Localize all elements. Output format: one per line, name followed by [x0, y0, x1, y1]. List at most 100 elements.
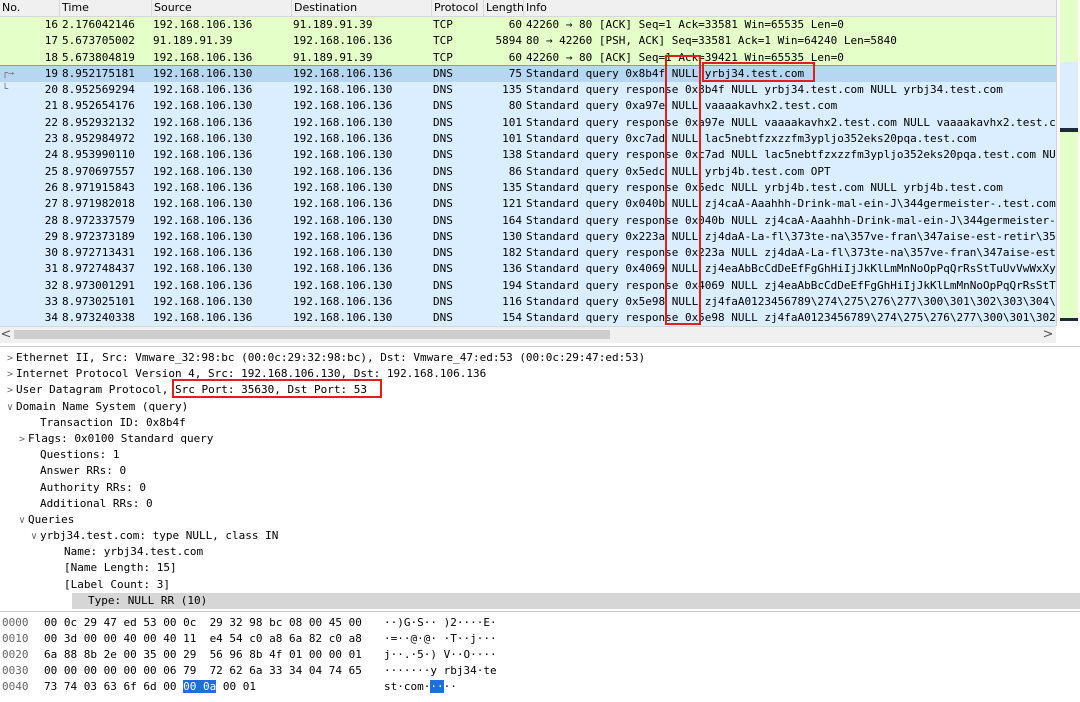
hex-bytes[interactable]: 6a 88 8b 2e 00 35 00 29 56 96 8b 4f 01 0… — [44, 647, 362, 663]
packet-row[interactable]: 22 8.952932132 192.168.106.136 192.168.106.… — [0, 114, 1056, 132]
ascii-bytes[interactable]: ··)G·S·· )2····E· — [384, 615, 497, 631]
packet-number: 30 — [44, 246, 58, 260]
column-header-source[interactable]: Source — [152, 0, 292, 16]
hex-bytes[interactable]: 00 0c 29 47 ed 53 00 0c 29 32 98 bc 08 0… — [44, 615, 362, 631]
packet-destination: 192.168.106.130 — [293, 246, 393, 260]
expand-arrow-icon[interactable]: > — [16, 432, 28, 448]
packet-list-horizontal-scrollbar[interactable]: < > — [0, 326, 1056, 343]
ascii-bytes[interactable]: ·······y rbj34·te — [384, 663, 497, 679]
byte-offset: 0040 — [2, 680, 29, 693]
packet-bytes-pane[interactable]: 0000 00 0c 29 47 ed 53 00 0c 29 32 98 bc … — [0, 611, 1080, 702]
packet-length: 60 — [508, 18, 522, 31]
packet-row[interactable]: 30 8.972713431 192.168.106.136 192.168.106.… — [0, 245, 1056, 262]
detail-tree-item[interactable]: > Ethernet II, Src: Vmware_32:98:bc (00:0… — [0, 350, 1080, 366]
expand-arrow-icon[interactable]: > — [4, 367, 16, 383]
packet-source: 192.168.106.136 — [153, 180, 253, 194]
packet-row[interactable]: 25 8.970697557 192.168.106.130 192.168.106.… — [0, 163, 1056, 180]
packet-source: 192.168.106.136 — [153, 148, 253, 162]
column-header-destination[interactable]: Destination — [292, 0, 432, 16]
detail-tree-item[interactable]: ∨ yrbj34.test.com: type NULL, class IN — [0, 528, 1080, 544]
column-header-length[interactable]: Length — [484, 0, 524, 16]
hex-bytes[interactable]: 00 00 00 00 00 00 06 79 72 62 6a 33 34 0… — [44, 663, 362, 679]
byte-row[interactable]: 0040 73 74 03 63 6f 6d 00 00 0a 00 01 st·c… — [0, 679, 1080, 695]
expand-arrow-icon[interactable]: > — [4, 383, 16, 399]
ascii-bytes[interactable]: st·com····· — [384, 679, 457, 695]
packet-info: Standard query response 0x5edc NULL yrbj… — [526, 180, 1003, 194]
expand-arrow-icon[interactable]: > — [4, 351, 16, 367]
detail-tree-item[interactable]: Name: yrbj34.test.com — [0, 544, 1080, 560]
detail-tree-item[interactable]: Answer RRs: 0 — [0, 463, 1080, 479]
packet-row[interactable]: 29 8.972373189 192.168.106.130 192.168.106.… — [0, 228, 1056, 246]
packet-row[interactable]: 20 8.952569294 192.168.106.136 192.168.106.… — [0, 82, 1056, 99]
packet-row[interactable]: 28 8.972337579 192.168.106.136 192.168.106.… — [0, 212, 1056, 229]
packet-destination: 192.168.106.130 — [293, 278, 393, 292]
detail-tree-item[interactable]: Transaction ID: 0x8b4f — [0, 415, 1080, 431]
detail-tree-item[interactable]: Additional RRs: 0 — [0, 496, 1080, 512]
collapse-arrow-icon[interactable]: ∨ — [16, 513, 28, 529]
collapse-arrow-icon[interactable]: ∨ — [4, 400, 16, 416]
byte-row[interactable]: 0030 00 00 00 00 00 00 06 79 72 62 6a 33 … — [0, 663, 1080, 679]
detail-tree-item[interactable]: Type: NULL RR (10) — [72, 592, 1080, 609]
scroll-left-arrow-icon[interactable]: < — [0, 327, 12, 343]
detail-tree-item[interactable]: Questions: 1 — [0, 447, 1080, 463]
packet-row[interactable]: 26 8.971915843 192.168.106.136 192.168.106.… — [0, 179, 1056, 197]
packet-length: 86 — [508, 164, 522, 178]
detail-tree-text: [Name Length: 15] — [64, 561, 177, 575]
packet-row[interactable]: 33 8.973025101 192.168.106.130 192.168.106.… — [0, 294, 1056, 311]
packet-row[interactable]: 31 8.972748437 192.168.106.130 192.168.106.… — [0, 261, 1056, 278]
packet-time: 8.952932132 — [62, 115, 135, 129]
scroll-thumb[interactable] — [14, 330, 610, 339]
packet-row[interactable]: 18 5.673804819 192.168.106.136 91.189.91.39… — [0, 49, 1056, 66]
packet-protocol: DNS — [433, 83, 453, 97]
column-header-time[interactable]: Time — [60, 0, 152, 16]
detail-tree-item[interactable]: > Internet Protocol Version 4, Src: 192.1… — [0, 366, 1080, 382]
packet-row[interactable]: 23 8.952984972 192.168.106.130 192.168.106.… — [0, 131, 1056, 148]
column-header-no[interactable]: No. — [0, 0, 60, 16]
byte-row[interactable]: 0010 00 3d 00 00 40 00 40 11 e4 54 c0 a8 … — [0, 631, 1080, 647]
packet-source: 192.168.106.130 — [153, 66, 253, 80]
detail-tree-text: [Label Count: 3] — [64, 577, 170, 591]
packet-destination: 91.189.91.39 — [293, 50, 373, 64]
detail-tree-text: Internet Protocol Version 4, Src: 192.16… — [16, 367, 487, 381]
ascii-bytes[interactable]: j··.·5·) V··O···· — [384, 647, 497, 663]
packet-source: 192.168.106.136 — [153, 115, 253, 129]
byte-row[interactable]: 0020 6a 88 8b 2e 00 35 00 29 56 96 8b 4f … — [0, 647, 1080, 663]
packet-row[interactable]: 27 8.971982018 192.168.106.130 192.168.106.… — [0, 196, 1056, 213]
packet-source: 192.168.106.136 — [153, 278, 253, 292]
packet-row[interactable]: 21 8.952654176 192.168.106.130 192.168.106.… — [0, 98, 1056, 115]
hex-bytes[interactable]: 73 74 03 63 6f 6d 00 00 0a 00 01 — [44, 679, 256, 695]
detail-tree-item[interactable]: > Flags: 0x0100 Standard query — [0, 431, 1080, 447]
collapse-arrow-icon[interactable]: ∨ — [28, 529, 40, 545]
detail-tree-text: Answer RRs: 0 — [40, 464, 127, 478]
minimap-marker — [1060, 318, 1078, 321]
byte-row[interactable]: 0000 00 0c 29 47 ed 53 00 0c 29 32 98 bc … — [0, 615, 1080, 631]
packet-list-vertical-scrollbar[interactable] — [1056, 0, 1080, 326]
packet-row[interactable]: 17 5.673705002 91.189.91.39 192.168.106.136… — [0, 33, 1056, 50]
hex-bytes[interactable]: 00 3d 00 00 40 00 40 11 e4 54 c0 a8 6a 8… — [44, 631, 362, 647]
packet-row[interactable]: 19 8.952175181 192.168.106.130 192.168.106.… — [0, 64, 1057, 84]
packet-info: 42260 → 80 [ACK] Seq=1 Ack=39421 Win=655… — [526, 50, 844, 64]
minimap-dns-segment — [1060, 62, 1078, 128]
column-header-protocol[interactable]: Protocol — [432, 0, 484, 16]
detail-tree-item[interactable]: ∨ Domain Name System (query) — [0, 399, 1080, 415]
column-header-info[interactable]: Info — [524, 0, 1056, 16]
packet-destination: 91.189.91.39 — [293, 18, 373, 31]
packet-row[interactable]: 24 8.953990110 192.168.106.136 192.168.106.… — [0, 147, 1056, 164]
detail-tree-item[interactable]: [Label Count: 3] — [0, 577, 1080, 593]
packet-list-pane[interactable]: No. Time Source Destination Protocol Len… — [0, 0, 1080, 344]
packet-row[interactable]: 34 8.973240338 192.168.106.136 192.168.106.… — [0, 310, 1056, 327]
detail-tree-item[interactable]: Authority RRs: 0 — [0, 480, 1080, 496]
packet-row[interactable]: 16 2.176042146 192.168.106.136 91.189.91.39… — [0, 17, 1056, 34]
packet-details-pane[interactable]: > Ethernet II, Src: Vmware_32:98:bc (00:0… — [0, 346, 1080, 612]
scroll-right-arrow-icon[interactable]: > — [1042, 327, 1054, 343]
packet-length: 101 — [502, 132, 522, 146]
detail-tree-item[interactable]: > User Datagram Protocol, Src Port: 35630… — [0, 382, 1080, 398]
packet-number: 24 — [44, 148, 58, 162]
detail-tree-text: User Datagram Protocol, — [16, 383, 175, 397]
ascii-bytes[interactable]: ·=··@·@· ·T··j··· — [384, 631, 497, 647]
packet-row[interactable]: 32 8.973001291 192.168.106.136 192.168.106.… — [0, 277, 1056, 295]
detail-tree-item[interactable]: [Name Length: 15] — [0, 560, 1080, 576]
detail-tree-item[interactable]: ∨ Queries — [0, 512, 1080, 528]
packet-source: 192.168.106.136 — [153, 50, 253, 64]
packet-length: 194 — [502, 278, 522, 292]
